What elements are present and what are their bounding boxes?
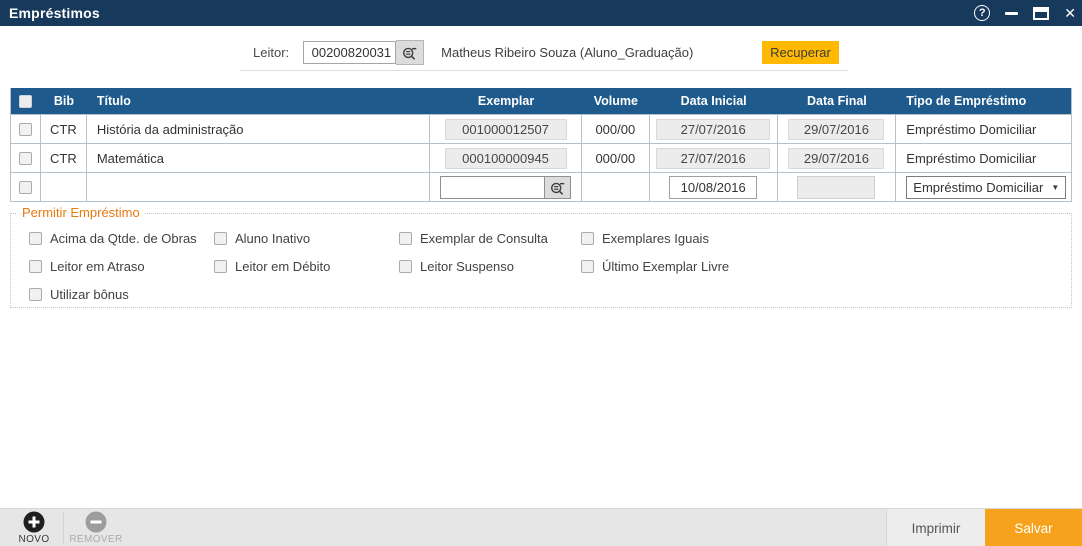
reader-label: Leitor: [253,45,289,60]
select-all-checkbox[interactable] [19,95,32,108]
tipo-emprestimo-select[interactable]: Empréstimo Domiciliar ▼ [906,176,1066,199]
cell-data-final: 29/07/2016 [788,148,884,169]
cell-data-final: 29/07/2016 [788,119,884,140]
checkbox[interactable] [581,232,594,245]
cell-bib: CTR [41,144,87,172]
checkbox-label: Utilizar bônus [50,287,129,302]
cell-data-inicial: 27/07/2016 [656,148,770,169]
checkbox-ultimo-exemplar-livre[interactable]: Último Exemplar Livre [581,259,729,274]
save-button[interactable]: Salvar [985,509,1082,546]
header-volume: Volume [582,88,650,114]
checkbox[interactable] [29,260,42,273]
exemplar-input[interactable] [440,176,544,199]
reader-name: Matheus Ribeiro Souza (Aluno_Graduação) [441,45,693,60]
minus-circle-icon [85,511,107,533]
checkbox[interactable] [214,232,227,245]
checkbox-aluno-inativo[interactable]: Aluno Inativo [214,231,310,246]
checkbox-label: Último Exemplar Livre [602,259,729,274]
tipo-emprestimo-selected: Empréstimo Domiciliar [913,180,1043,195]
exemplar-lookup-button[interactable] [544,176,571,199]
checkbox-acima-qtde-obras[interactable]: Acima da Qtde. de Obras [29,231,197,246]
cell-titulo: Matemática [87,144,430,172]
checkbox-leitor-debito[interactable]: Leitor em Débito [214,259,330,274]
row-checkbox[interactable] [19,123,32,136]
cell-tipo-emprestimo: Empréstimo Domiciliar [896,115,1071,143]
checkbox-utilizar-bonus[interactable]: Utilizar bônus [29,287,129,302]
loans-window: Empréstimos ? ✕ Leitor: Matheus Ribeiro … [0,0,1082,546]
toolbar-separator [63,512,64,544]
cell-bib: CTR [41,115,87,143]
header-titulo: Título [87,88,430,114]
new-button[interactable]: NOVO [6,511,62,545]
window-title: Empréstimos [0,5,100,21]
header-exemplar: Exemplar [430,88,582,114]
header-bib: Bib [41,88,87,114]
row-checkbox[interactable] [19,181,32,194]
header-data-inicial: Data Inicial [650,88,778,114]
checkbox-label: Exemplar de Consulta [420,231,548,246]
header-tipo-emprestimo: Tipo de Empréstimo [896,88,1071,114]
cell-titulo: História da administração [87,115,430,143]
checkbox[interactable] [214,260,227,273]
cell-titulo-empty [87,173,430,201]
cell-bib-empty [41,173,87,201]
new-button-label: NOVO [18,534,49,545]
checkbox[interactable] [29,288,42,301]
cell-volume: 000/00 [582,144,650,172]
cell-exemplar: 001000012507 [445,119,567,140]
checkbox[interactable] [399,232,412,245]
cell-volume: 000/00 [582,115,650,143]
reader-separator [240,70,848,71]
reader-code-input[interactable] [303,41,396,64]
maximize-icon[interactable] [1033,7,1049,20]
row-checkbox[interactable] [19,152,32,165]
reader-lookup-button[interactable] [396,40,424,65]
checkbox-label: Acima da Qtde. de Obras [50,231,197,246]
plus-circle-icon [23,511,45,533]
checkbox[interactable] [29,232,42,245]
cell-exemplar: 000100000945 [445,148,567,169]
checkbox-label: Aluno Inativo [235,231,310,246]
search-list-icon [401,44,418,61]
table-header-row: Bib Título Exemplar Volume Data Inicial … [11,88,1071,114]
chevron-down-icon: ▼ [1051,183,1059,192]
close-icon[interactable]: ✕ [1064,0,1076,26]
recover-button[interactable]: Recuperar [762,41,839,64]
checkbox-leitor-atraso[interactable]: Leitor em Atraso [29,259,145,274]
help-icon[interactable]: ? [974,5,990,21]
table-new-row: Empréstimo Domiciliar ▼ [11,172,1071,201]
data-inicial-input[interactable] [669,176,757,199]
checkbox[interactable] [581,260,594,273]
remove-button-label: REMOVER [69,534,122,545]
window-controls: ? ✕ [974,0,1076,26]
titlebar: Empréstimos ? ✕ [0,0,1082,26]
checkbox-label: Leitor em Débito [235,259,330,274]
checkbox-leitor-suspenso[interactable]: Leitor Suspenso [399,259,514,274]
cell-volume-empty [582,173,650,201]
permit-loan-legend: Permitir Empréstimo [17,205,145,220]
header-data-final: Data Final [778,88,897,114]
cell-tipo-emprestimo: Empréstimo Domiciliar [896,144,1071,172]
cell-data-inicial: 27/07/2016 [656,119,770,140]
checkbox-label: Leitor em Atraso [50,259,145,274]
bottom-toolbar: NOVO REMOVER Imprimir Salvar [0,508,1082,546]
checkbox-label: Leitor Suspenso [420,259,514,274]
print-button[interactable]: Imprimir [886,509,985,546]
search-list-icon [549,179,566,196]
remove-button[interactable]: REMOVER [68,511,124,545]
checkbox-exemplar-consulta[interactable]: Exemplar de Consulta [399,231,548,246]
reader-row: Leitor: Matheus Ribeiro Souza (Aluno_Gra… [253,39,693,65]
data-final-disabled [797,176,875,199]
checkbox-label: Exemplares Iguais [602,231,709,246]
table-row: CTR História da administração 0010000125… [11,114,1071,143]
loans-table: Bib Título Exemplar Volume Data Inicial … [10,88,1072,202]
minimize-icon[interactable] [1005,12,1018,15]
checkbox[interactable] [399,260,412,273]
checkbox-exemplares-iguais[interactable]: Exemplares Iguais [581,231,709,246]
table-row: CTR Matemática 000100000945 000/00 27/07… [11,143,1071,172]
permit-loan-fieldset: Permitir Empréstimo Acima da Qtde. de Ob… [10,213,1072,308]
